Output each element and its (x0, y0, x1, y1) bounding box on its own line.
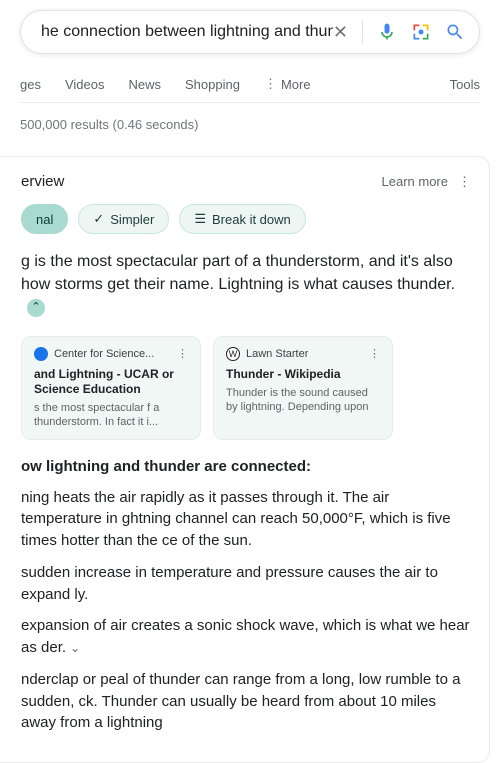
overflow-icon[interactable]: ⋮ (369, 347, 380, 360)
tab-news[interactable]: News (128, 77, 161, 92)
tools-link[interactable]: Tools (450, 77, 480, 92)
ai-overview-title: erview (21, 173, 64, 190)
source-title: Thunder - Wikipedia (226, 367, 380, 382)
clear-icon[interactable]: ✕ (333, 22, 348, 43)
bullet-item: expansion of air creates a sonic shock w… (21, 615, 471, 659)
tab-shopping[interactable]: Shopping (185, 77, 240, 92)
divider (362, 20, 363, 44)
tab-more[interactable]: ⋮ More (264, 76, 311, 92)
source-snippet: Thunder is the sound caused by lightning… (226, 386, 380, 414)
search-input[interactable] (41, 23, 333, 41)
tab-images[interactable]: ges (20, 77, 41, 92)
source-title: and Lightning - UCAR or Science Educatio… (34, 367, 188, 397)
learn-more-link[interactable]: Learn more (382, 174, 448, 189)
lens-icon[interactable] (411, 22, 431, 42)
check-icon: ✓ (93, 211, 104, 227)
more-dots-icon: ⋮ (264, 76, 277, 92)
favicon-icon: W (226, 347, 240, 361)
overflow-icon[interactable]: ⋮ (177, 347, 188, 360)
chip-original[interactable]: nal (21, 204, 68, 234)
search-icon[interactable] (445, 22, 465, 42)
ai-bullets: ning heats the air rapidly as it passes … (21, 487, 471, 735)
overflow-icon[interactable]: ⋮ (458, 174, 471, 190)
chip-simpler[interactable]: ✓ Simpler (78, 204, 169, 234)
source-snippet: s the most spectacular f a thunderstorm.… (34, 401, 188, 429)
ai-overview-card: erview Learn more ⋮ nal ✓ Simpler ☰ Brea… (0, 156, 490, 763)
collapse-icon[interactable]: ⌃ (27, 299, 45, 317)
mic-icon[interactable] (377, 22, 397, 42)
chip-breakdown[interactable]: ☰ Break it down (179, 204, 305, 234)
result-stats: 500,000 results (0.46 seconds) (20, 117, 480, 132)
source-card[interactable]: Center for Science... ⋮ and Lightning - … (21, 336, 201, 440)
source-cards: Center for Science... ⋮ and Lightning - … (21, 336, 471, 440)
chevron-down-icon[interactable]: ⌄ (70, 641, 80, 655)
source-card[interactable]: WLawn Starter ⋮ Thunder - Wikipedia Thun… (213, 336, 393, 440)
tab-videos[interactable]: Videos (65, 77, 105, 92)
search-tabs: ges Videos News Shopping ⋮ More Tools (20, 76, 480, 103)
ai-chips: nal ✓ Simpler ☰ Break it down (21, 204, 471, 234)
ai-subhead: ow lightning and thunder are connected: (21, 458, 471, 475)
favicon-icon (34, 347, 48, 361)
ai-summary: g is the most spectacular part of a thun… (21, 250, 471, 320)
bullet-item: sudden increase in temperature and press… (21, 562, 471, 606)
bullet-item: nderclap or peal of thunder can range fr… (21, 669, 471, 734)
bullet-item: ning heats the air rapidly as it passes … (21, 487, 471, 552)
search-bar[interactable]: ✕ (20, 10, 480, 54)
list-icon: ☰ (194, 211, 206, 227)
